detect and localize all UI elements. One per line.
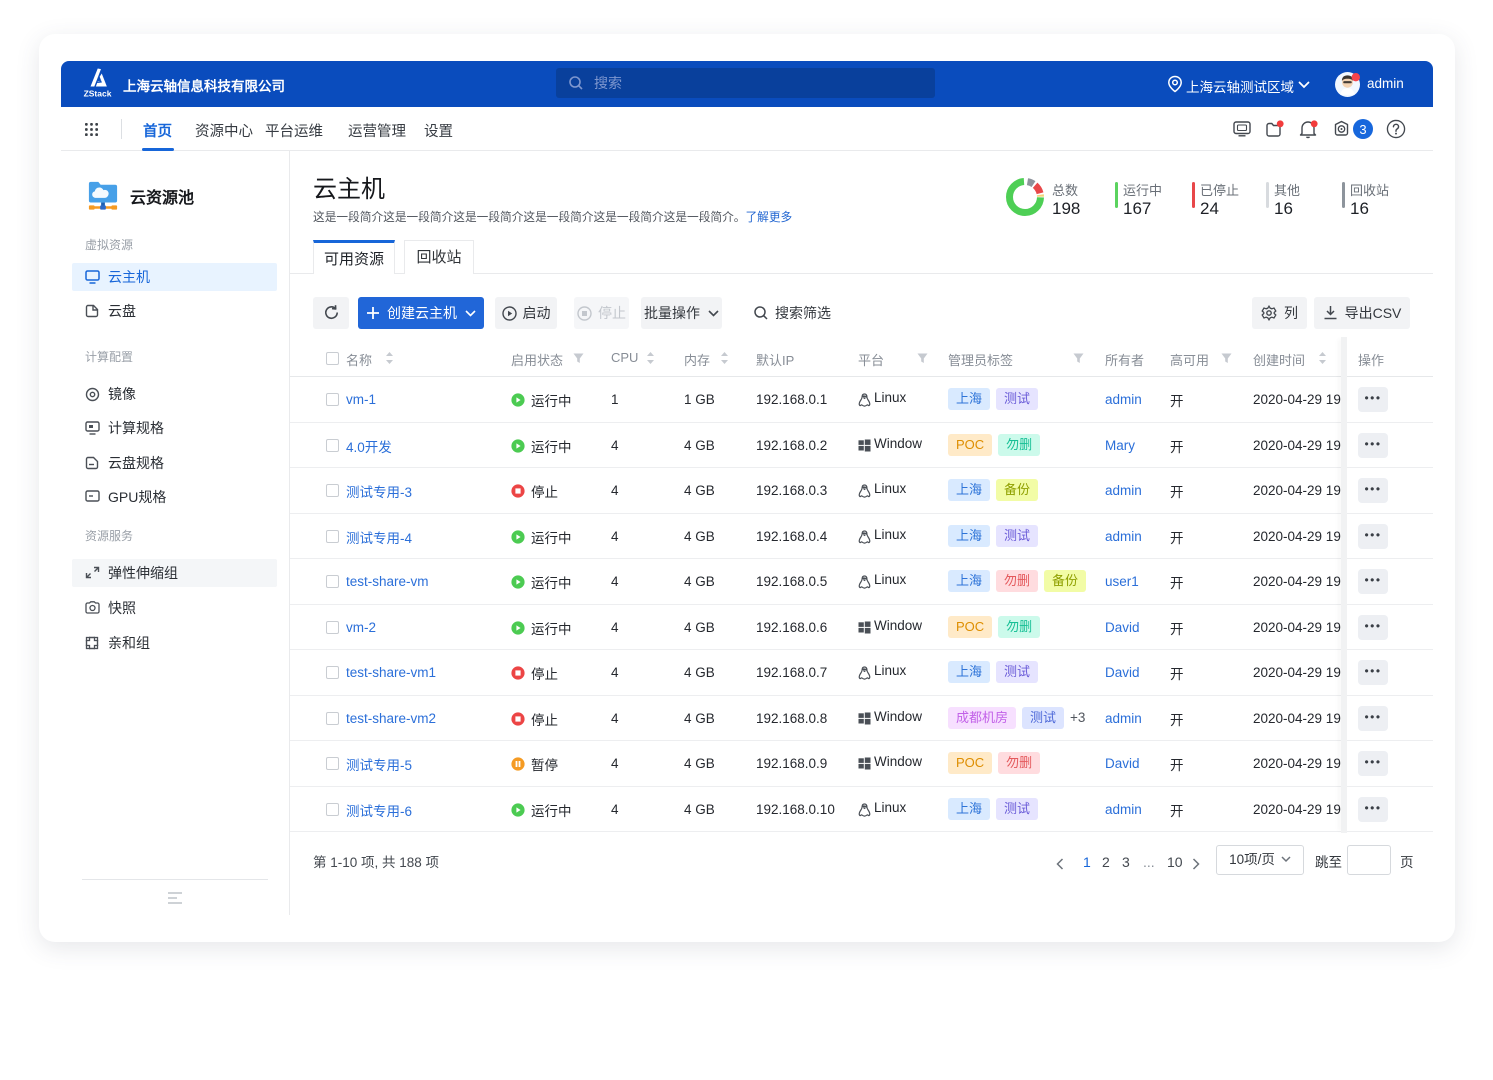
svg-text:ZStack: ZStack — [84, 89, 112, 99]
